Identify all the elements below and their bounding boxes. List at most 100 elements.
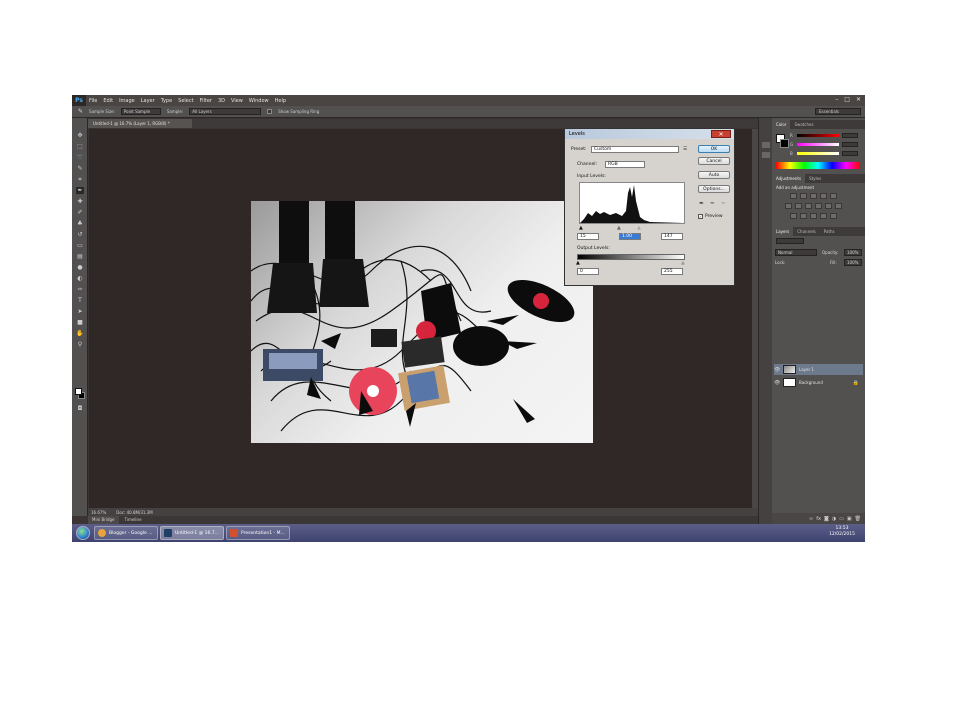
dodge-tool-icon[interactable]: ◐ — [76, 275, 84, 282]
start-button[interactable] — [76, 526, 90, 540]
tab-swatches[interactable]: Swatches — [790, 120, 817, 129]
output-white-slider-icon[interactable]: ▲ — [681, 260, 685, 266]
menu-layer[interactable]: Layer — [138, 98, 158, 104]
blur-tool-icon[interactable]: ● — [76, 264, 84, 271]
fill-input[interactable]: 100% — [844, 259, 862, 266]
tab-styles[interactable]: Styles — [805, 174, 825, 183]
red-slider[interactable]: R — [790, 132, 860, 138]
eraser-tool-icon[interactable]: ▭ — [76, 242, 84, 249]
crop-tool-icon[interactable]: ⌗ — [76, 176, 84, 183]
link-icon[interactable]: ∞ — [809, 516, 813, 522]
hand-tool-icon[interactable]: ✋ — [76, 330, 84, 337]
tab-color[interactable]: Color — [772, 120, 791, 129]
menu-file[interactable]: File — [86, 98, 100, 104]
workspace-select[interactable]: Essentials — [815, 108, 861, 115]
marquee-tool-icon[interactable]: ⬚ — [76, 143, 84, 150]
layer-filter-select[interactable] — [776, 238, 804, 244]
gamma-slider-icon[interactable]: ▲ — [617, 225, 621, 231]
opacity-input[interactable]: 100% — [844, 249, 862, 256]
layer-row-layer-1[interactable]: 👁 Layer 1 — [774, 364, 863, 375]
foreground-color-swatch[interactable] — [75, 388, 82, 395]
folder-icon[interactable]: ▭ — [839, 516, 844, 522]
channel-mixer-icon[interactable] — [825, 203, 832, 209]
black-eyedropper-icon[interactable]: ✒ — [699, 200, 705, 208]
white-point-slider-icon[interactable]: ▲ — [637, 225, 641, 231]
vibrance-icon[interactable] — [830, 193, 837, 199]
blue-slider[interactable]: B — [790, 150, 860, 156]
tab-paths[interactable]: Paths — [820, 227, 839, 236]
eyedropper-tool-icon[interactable]: ✎ — [78, 108, 83, 115]
menu-image[interactable]: Image — [116, 98, 138, 104]
quick-mask-icon[interactable]: ◘ — [76, 405, 84, 412]
brightness-contrast-icon[interactable] — [790, 193, 797, 199]
auto-button[interactable]: Auto — [698, 171, 730, 179]
brush-tool-icon[interactable]: ✐ — [76, 209, 84, 216]
zoom-tool-icon[interactable]: ⚲ — [76, 341, 84, 348]
menu-type[interactable]: Type — [158, 98, 175, 104]
layer-row-background[interactable]: 👁 Background 🔒 — [774, 377, 863, 388]
gray-eyedropper-icon[interactable]: ✒ — [710, 200, 716, 208]
photo-filter-icon[interactable] — [815, 203, 822, 209]
color-spectrum-bar[interactable] — [776, 162, 860, 169]
gradient-tool-icon[interactable]: ▤ — [76, 253, 84, 260]
dialog-close-button[interactable]: ✕ — [711, 130, 731, 138]
tab-channels[interactable]: Channels — [793, 227, 820, 236]
clone-stamp-tool-icon[interactable]: ♣ — [76, 220, 84, 227]
menu-filter[interactable]: Filter — [197, 98, 215, 104]
properties-panel-icon[interactable] — [762, 152, 770, 158]
sample-size-select[interactable]: Point Sample — [120, 108, 161, 115]
black-white-icon[interactable] — [805, 203, 812, 209]
system-clock[interactable]: 13:53 12/02/2015 — [829, 526, 855, 538]
eyedropper-tool-icon[interactable]: ✒ — [76, 187, 84, 194]
pen-tool-icon[interactable]: ✑ — [76, 286, 84, 293]
trash-icon[interactable]: 🗑 — [855, 516, 861, 522]
lasso-tool-icon[interactable]: ➰ — [76, 154, 84, 161]
mask-icon[interactable]: ◙ — [824, 516, 829, 522]
options-button[interactable]: Options... — [698, 185, 730, 193]
menu-select[interactable]: Select — [175, 98, 196, 104]
invert-icon[interactable] — [790, 213, 797, 219]
preset-menu-icon[interactable]: ☰ — [683, 147, 687, 152]
preset-select[interactable]: Custom — [591, 146, 679, 153]
adjustment-icon[interactable]: ◑ — [832, 516, 836, 522]
document-size[interactable]: Doc: 40.8M/31.3M — [116, 510, 152, 515]
color-lookup-icon[interactable] — [835, 203, 842, 209]
document-tab[interactable]: Untitled-1 @ 16.7% (Layer 1, RGB/8) * — [88, 119, 192, 128]
tab-mini-bridge[interactable]: Mini Bridge — [88, 516, 119, 524]
hue-saturation-icon[interactable] — [785, 203, 792, 209]
quick-select-tool-icon[interactable]: ✎ — [76, 165, 84, 172]
show-sampling-ring-checkbox[interactable] — [267, 109, 273, 114]
output-black-field[interactable]: 0 — [577, 268, 599, 275]
menu-window[interactable]: Window — [246, 98, 272, 104]
color-panel-background-swatch[interactable] — [780, 139, 789, 148]
menu-3d[interactable]: 3D — [215, 98, 228, 104]
fx-icon[interactable]: fx — [816, 516, 821, 522]
path-select-tool-icon[interactable]: ➤ — [76, 308, 84, 315]
green-slider[interactable]: G — [790, 141, 860, 147]
input-white-field[interactable]: 147 — [661, 233, 683, 240]
preview-checkbox[interactable]: ✓ — [698, 214, 703, 219]
input-black-field[interactable]: 15 — [577, 233, 599, 240]
type-tool-icon[interactable]: T — [76, 297, 84, 304]
menu-help[interactable]: Help — [272, 98, 289, 104]
curves-icon[interactable] — [810, 193, 817, 199]
gradient-map-icon[interactable] — [820, 213, 827, 219]
posterize-icon[interactable] — [800, 213, 807, 219]
healing-brush-tool-icon[interactable]: ✚ — [76, 198, 84, 205]
blend-mode-select[interactable]: Normal — [775, 249, 817, 256]
output-white-field[interactable]: 255 — [661, 268, 683, 275]
maximize-icon[interactable]: □ — [844, 96, 850, 103]
taskbar-item-chrome[interactable]: Blogger - Google ... — [94, 526, 158, 540]
move-tool-icon[interactable]: ✥ — [76, 132, 84, 139]
tab-adjustments[interactable]: Adjustments — [772, 174, 806, 183]
sample-select[interactable]: All Layers — [189, 108, 262, 115]
selective-color-icon[interactable] — [830, 213, 837, 219]
shape-tool-icon[interactable]: ■ — [76, 319, 84, 326]
tab-layers[interactable]: Layers — [772, 227, 794, 236]
new-layer-icon[interactable]: ▣ — [847, 516, 852, 522]
dialog-title-bar[interactable]: Levels — [565, 129, 734, 139]
levels-adjustment-icon[interactable] — [800, 193, 807, 199]
threshold-icon[interactable] — [810, 213, 817, 219]
white-eyedropper-icon[interactable]: ✒ — [721, 200, 727, 208]
channel-select[interactable]: RGB — [605, 161, 645, 168]
